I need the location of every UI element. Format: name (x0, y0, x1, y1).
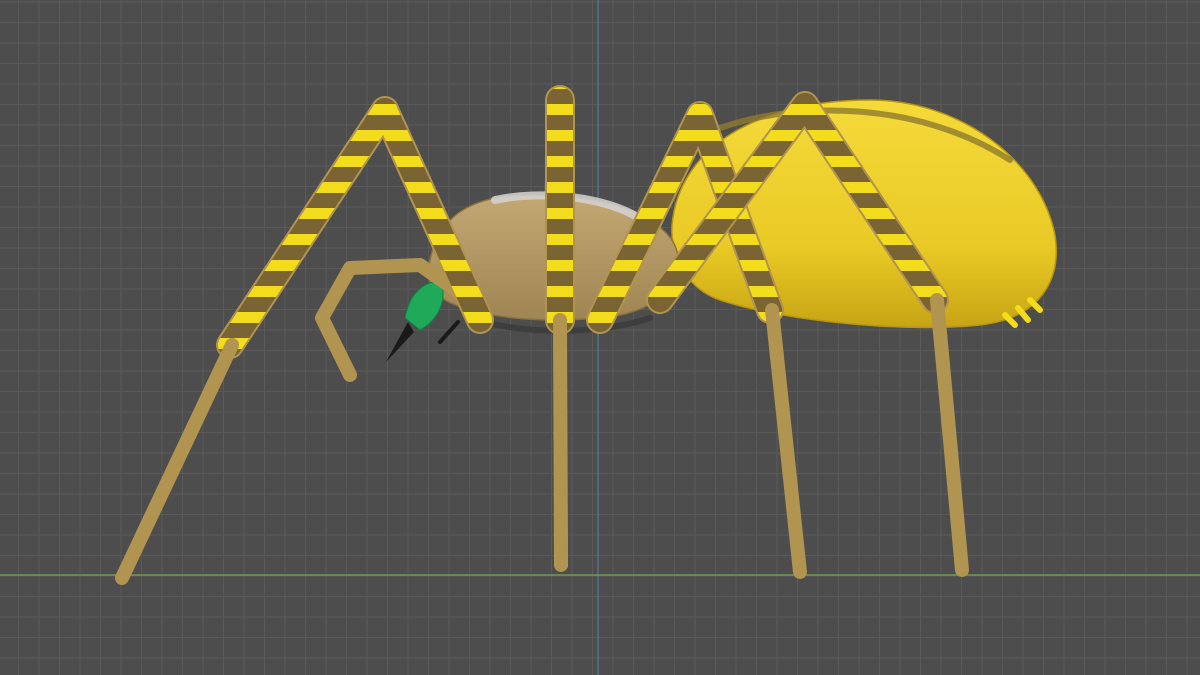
viewport-canvas[interactable] (0, 0, 1200, 675)
leg-front-right[interactable] (545, 85, 575, 572)
3d-viewport[interactable] (0, 0, 1200, 675)
leg-front-left[interactable] (115, 96, 494, 585)
floor-grid (0, 0, 1200, 675)
spider-model[interactable] (115, 85, 1057, 585)
